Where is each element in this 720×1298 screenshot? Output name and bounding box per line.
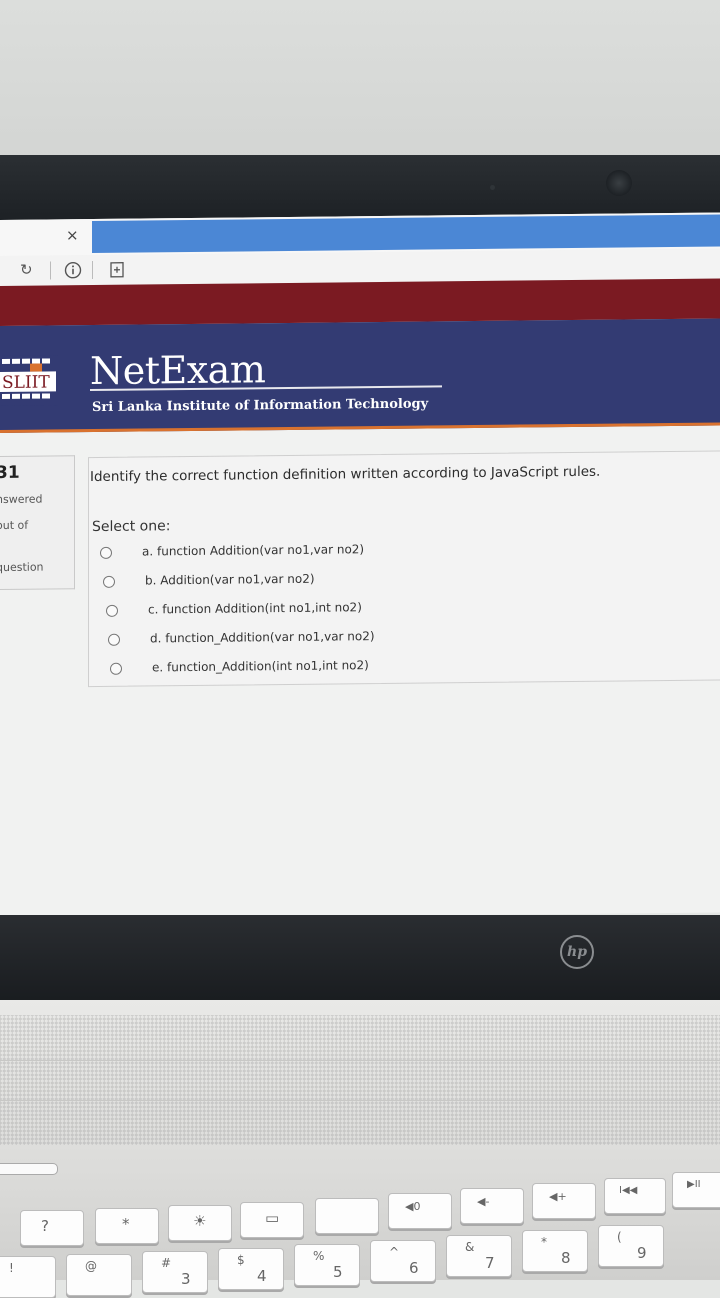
hp-logo: hp [560,935,594,969]
brand-name: NetExam [90,347,265,393]
keyboard-key[interactable]: ◀+ [532,1183,596,1219]
sliit-logo: SLIIT [0,355,58,406]
keyboard-key[interactable]: ^6 [370,1240,436,1282]
camera-sensor [490,185,495,190]
question-status: nswered [0,493,43,506]
laptop-screen: × ↻ [0,212,720,920]
webcam [606,170,632,196]
option-label: e. function_Addition(int no1,int no2) [152,658,369,674]
site-header: SLIIT NetExam Sri Lanka Institute of Inf… [0,318,720,433]
keyboard-key[interactable]: *8 [522,1230,588,1272]
radio-button[interactable] [108,634,120,646]
option-label: a. function Addition(var no1,var no2) [142,542,364,558]
power-indicator [0,1163,58,1175]
radio-button[interactable] [100,547,112,559]
keyboard-key[interactable]: ☀ [168,1205,232,1241]
question-box [88,450,720,687]
keyboard-key[interactable]: $4 [218,1248,284,1290]
question-number: 31 [0,463,20,483]
radio-button[interactable] [106,605,118,617]
svg-text:SLIIT: SLIIT [2,372,50,393]
keyboard-key[interactable]: @ [66,1254,132,1296]
info-icon[interactable] [64,261,82,283]
option-label: d. function_Addition(var no1,var no2) [150,629,375,645]
browser-tab-active[interactable] [92,214,720,253]
keyboard-key[interactable]: ! [0,1256,56,1298]
select-one-label: Select one: [92,518,170,535]
institute-name: Sri Lanka Institute of Information Techn… [92,397,428,416]
keyboard-key[interactable]: ? [20,1210,84,1246]
keyboard-key[interactable]: ▭ [240,1202,304,1238]
keyboard-key[interactable]: #3 [142,1251,208,1293]
toolbar-separator [50,261,51,279]
keyboard-key[interactable]: I◀◀ [604,1178,666,1214]
speaker-grille [0,1015,720,1145]
keyboard-key[interactable]: ◀0 [388,1193,452,1229]
grille-divider [0,1060,720,1061]
question-marks: out of [0,519,28,532]
option-label: b. Addition(var no1,var no2) [145,572,315,588]
keyboard-key[interactable]: ▶II [672,1172,720,1208]
question-info-panel: 31 nswered out of question [0,455,75,590]
wall-background [0,0,720,160]
keyboard-key[interactable]: * [95,1208,159,1244]
keyboard-key[interactable]: &7 [446,1235,512,1277]
flag-question-link[interactable]: question [0,561,44,574]
radio-button[interactable] [110,663,122,675]
reload-icon[interactable]: ↻ [20,261,33,279]
page-icon[interactable] [110,262,124,282]
radio-button[interactable] [103,576,115,588]
keyboard-key[interactable]: (9 [598,1225,664,1267]
keyboard-key[interactable]: ◀- [460,1188,524,1224]
grille-divider [0,1100,720,1101]
toolbar-separator [92,261,93,279]
option-label: c. function Addition(int no1,int no2) [148,600,362,616]
keyboard-key[interactable] [315,1198,379,1234]
tab-close-icon[interactable]: × [66,226,79,244]
